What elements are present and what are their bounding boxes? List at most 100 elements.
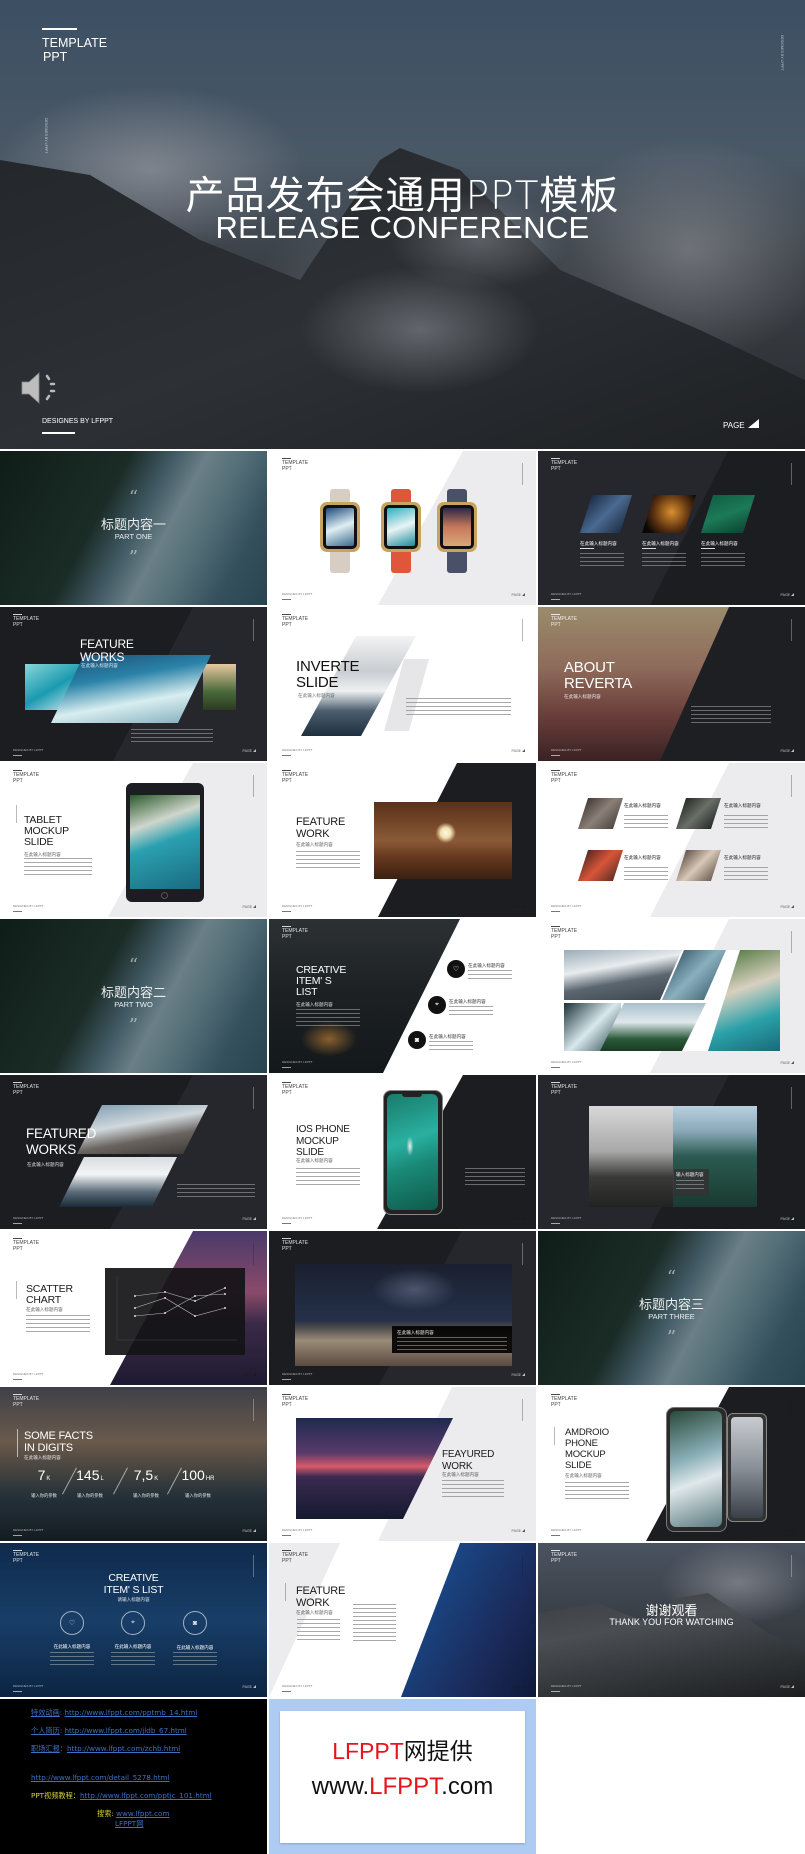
page-label: PAGE bbox=[243, 1685, 256, 1689]
video-url[interactable]: http://www.lfppt.com/pptjc_101.html bbox=[80, 1791, 212, 1800]
template-ppt-label: TEMPLATE PPT bbox=[551, 772, 578, 784]
slide-photo-caption[interactable]: 输入标题内容 TEMPLATE PPT DESIGNES BY LFPPT PAGE bbox=[538, 1075, 805, 1229]
link-row[interactable]: PPT视频教程：http://www.lfppt.com/pptjc_101.h… bbox=[31, 1791, 212, 1801]
slide-subtitle: 在此输入标题内容 bbox=[298, 694, 335, 699]
slide-tablet-mockup[interactable]: TABLET MOCKUP SLIDE 在此输入标题内容 TEMPLATE PP… bbox=[0, 763, 267, 917]
photo-lizard bbox=[701, 495, 755, 533]
brand-text: LFPPT bbox=[332, 1738, 404, 1764]
template-ppt-label: TEMPLATE PPT bbox=[551, 616, 578, 628]
slide-subtitle: 在此输入标题内容 bbox=[296, 1611, 333, 1616]
site-link-row[interactable]: LFPPT网 bbox=[115, 1819, 143, 1829]
slide-feature-work-aerial[interactable]: FEATURE WORK 在此输入标题内容 TEMPLATE PPT DESIGN… bbox=[269, 1543, 536, 1697]
item-label: 在此输入标题内容 bbox=[468, 964, 505, 969]
slide-feayured-work[interactable]: FEAYURED WORK 在此输入标题内容 TEMPLATE PPT DESIG… bbox=[269, 1387, 536, 1541]
site-name-link[interactable]: LFPPT网 bbox=[115, 1819, 143, 1828]
body-text bbox=[624, 867, 668, 880]
designer-label: DESIGNES BY LFPPT bbox=[282, 1528, 313, 1532]
header-bar bbox=[282, 1082, 291, 1083]
promo-text: .com bbox=[441, 1773, 494, 1800]
slide-part-one[interactable]: “ 标题内容一 PART ONE ” bbox=[0, 451, 267, 605]
link-url[interactable]: http://www.lfppt.com/pptmb_14.html bbox=[64, 1708, 197, 1717]
watch-face-photo bbox=[326, 508, 354, 546]
designer-label: DESIGNES BY LFPPT bbox=[551, 592, 582, 596]
link-row[interactable]: http://www.lfppt.com/detail_5278.html bbox=[31, 1773, 170, 1782]
page-label: PAGE bbox=[243, 749, 256, 753]
page-label: PAGE bbox=[243, 1217, 256, 1221]
link-url[interactable]: http://www.lfppt.com/jldb_67.html bbox=[64, 1726, 186, 1735]
page-label: PAGE bbox=[781, 905, 794, 909]
slide-feature-works[interactable]: FEATURE WORKS 在此输入标题内容 TEMPLATE PPT DESIG… bbox=[0, 607, 267, 761]
slide-android-phone-mockup[interactable]: AMDROIO PHONE MOCKUP SLIDE 在此输入标题内容 TEMP… bbox=[538, 1387, 805, 1541]
slide-about-reverta[interactable]: ABOUT REVERTA 在此输入标题内容 TEMPLATE PPT DESIG… bbox=[538, 607, 805, 761]
item-label: 在此输入标题内容 bbox=[176, 1646, 214, 1651]
item-label: 在此输入标题内容 bbox=[449, 1000, 486, 1005]
slide-featured-works[interactable]: FEATURED WORKS 在此输入标题内容 TEMPLATE PPT DESI… bbox=[0, 1075, 267, 1229]
search-url[interactable]: www.lfppt.com bbox=[116, 1809, 169, 1818]
slide-watches[interactable]: TEMPLATE PPT DESIGNES BY LFPPT PAGE bbox=[269, 451, 536, 605]
slide-photo-collage[interactable]: TEMPLATE PPT DESIGNES BY LFPPT PAGE bbox=[538, 919, 805, 1073]
slide-facts-in-digits[interactable]: SOME FACTS IN DIGITS 在此输入标题内容 7K 输入你的参数 14… bbox=[0, 1387, 267, 1541]
slide-subtitle: 在此输入标题内容 bbox=[296, 1159, 333, 1164]
body-text bbox=[701, 553, 745, 566]
slide-feature-work[interactable]: FEATURE WORK 在此输入标题内容 TEMPLATE PPT DESIGN… bbox=[269, 763, 536, 917]
footer-bar bbox=[282, 755, 291, 756]
slide-scatter-chart[interactable]: SCATTER CHART 在此输入标题内容 TEMPLATE PPT DESIG… bbox=[0, 1231, 267, 1385]
vertical-divider bbox=[791, 931, 792, 953]
body-text bbox=[406, 698, 511, 716]
stat-label: 输入你的参数 bbox=[133, 1494, 159, 1499]
slide-ios-phone-mockup[interactable]: IOS PHONE MOCKUP SLIDE 在此输入标题内容 TEMPLATE… bbox=[269, 1075, 536, 1229]
faq-url[interactable]: http://www.lfppt.com/detail_5278.html bbox=[31, 1773, 170, 1782]
template-ppt-label: TEMPLATE PPT bbox=[13, 1552, 40, 1564]
link-row[interactable]: 特效动画: http://www.lfppt.com/pptmb_14.html bbox=[31, 1708, 197, 1718]
body-text bbox=[50, 1652, 94, 1666]
template-ppt-label: TEMPLATE PPT bbox=[282, 1240, 309, 1252]
series-line bbox=[134, 1297, 226, 1317]
body-text bbox=[26, 1315, 90, 1333]
watch-case bbox=[437, 502, 477, 552]
template-ppt-label: TEMPLATE PPT bbox=[13, 772, 40, 784]
slide-night-sky[interactable]: 在此输入标题内容 TEMPLATE PPT DESIGNES BY LFPPT PA… bbox=[269, 1231, 536, 1385]
slide-title: TABLET MOCKUP SLIDE bbox=[24, 814, 69, 848]
link-url[interactable]: http://www.lfppt.com/zchb.html bbox=[67, 1744, 180, 1753]
page-label: PAGE bbox=[781, 593, 794, 597]
designer-label: DESIGNES BY LFPPT bbox=[13, 1684, 44, 1688]
slide-three-images[interactable]: 在此输入标题内容 在此输入标题内容 在此输入标题内容 TEMPLATE PPT D… bbox=[538, 451, 805, 605]
promo-text: www. bbox=[311, 1773, 370, 1800]
slide-creative-items-list-blue[interactable]: CREATIVE ITEM' S LIST 请输入标题内容 ♡ ⌖ ◙ 在此输入… bbox=[0, 1543, 267, 1697]
search-row[interactable]: 搜索: www.lfppt.com bbox=[97, 1809, 169, 1819]
body-text bbox=[676, 1180, 704, 1190]
footer-bar bbox=[551, 1223, 560, 1224]
body-text bbox=[296, 1168, 360, 1185]
phone-screen bbox=[387, 1094, 438, 1210]
stat-label: 输入你的参数 bbox=[185, 1494, 211, 1499]
slide-four-images[interactable]: 在此输入标题内容 在此输入标题内容 在此输入标题内容 在此输入标题内容 TEMP… bbox=[538, 763, 805, 917]
header-bar bbox=[551, 614, 560, 615]
divider bbox=[16, 1281, 17, 1299]
section-title: 标题内容一 bbox=[100, 518, 166, 533]
template-ppt-label: TEMPLATE PPT bbox=[282, 772, 309, 784]
template-ppt-label: TEMPLATE PPT bbox=[13, 616, 40, 628]
location-pin-icon: ⌖ bbox=[121, 1611, 145, 1635]
slide-creative-items-list[interactable]: CREATIVE ITEM' S LIST 在此输入标题内容 ♡ ⌖ ◙ 在此输… bbox=[269, 919, 536, 1073]
footer-bar bbox=[551, 1691, 560, 1692]
slide-part-three[interactable]: “ 标题内容三 PART THREE ” bbox=[538, 1231, 805, 1385]
link-row[interactable]: 职场汇报：http://www.lfppt.com/zchb.html bbox=[31, 1744, 180, 1754]
footer-bar bbox=[551, 1067, 560, 1068]
section-subtitle: PART ONE bbox=[114, 532, 153, 541]
divider bbox=[285, 1583, 286, 1601]
link-row[interactable]: 个人简历: http://www.lfppt.com/jldb_67.html bbox=[31, 1726, 187, 1736]
stat-unit: HR bbox=[205, 1476, 215, 1482]
slide-thank-you[interactable]: 谢谢观看 THANK YOU FOR WATCHING TEMPLATE PPT… bbox=[538, 1543, 805, 1697]
slide-part-two[interactable]: “ 标题内容二 PART TWO ” bbox=[0, 919, 267, 1073]
promo-line-2: www.LFPPT.com bbox=[280, 1774, 525, 1800]
body-text bbox=[353, 1604, 396, 1644]
scatter-chart bbox=[116, 1276, 237, 1341]
slide-inverte[interactable]: INVERTE SLIDE 在此输入标题内容 TEMPLATE PPT DESIG… bbox=[269, 607, 536, 761]
body-text bbox=[449, 1006, 493, 1016]
header-bar bbox=[551, 926, 560, 927]
body-text bbox=[131, 729, 213, 742]
designer-label: DESIGNES BY LFPPT bbox=[13, 1372, 44, 1376]
template-ppt-label: TEMPLATE PPT bbox=[13, 1396, 40, 1408]
speaker-icon[interactable] bbox=[20, 370, 60, 406]
vertical-divider bbox=[253, 619, 254, 641]
